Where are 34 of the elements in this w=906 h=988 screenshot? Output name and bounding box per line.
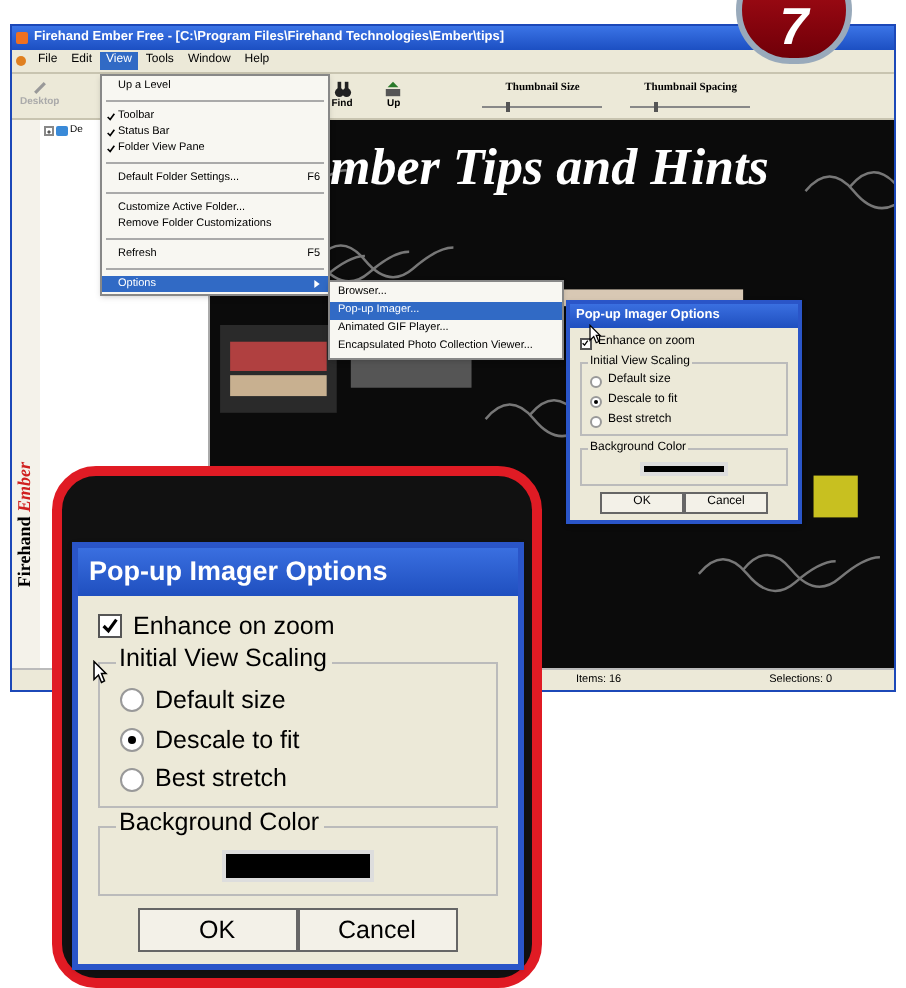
cursor-icon <box>91 660 107 684</box>
radio-button[interactable] <box>590 415 602 427</box>
slider-thumb[interactable] <box>654 101 659 112</box>
ok-button[interactable]: OK <box>137 908 297 952</box>
expander-icon[interactable] <box>44 126 54 137</box>
group-label: Initial View Scaling <box>115 645 331 671</box>
radio-button[interactable] <box>590 395 602 407</box>
radio-button[interactable] <box>119 727 143 752</box>
menu-icon <box>16 56 26 66</box>
radio-button[interactable] <box>590 375 602 387</box>
cancel-button[interactable]: Cancel <box>297 908 457 952</box>
checkbox[interactable] <box>97 614 121 639</box>
radio-label: Descale to fit <box>155 723 300 757</box>
binoculars-icon <box>333 79 352 98</box>
logo-text: Firehand <box>14 517 35 588</box>
page-heading: mber Tips and Hints <box>330 138 769 196</box>
radio-button[interactable] <box>119 688 143 713</box>
folder-icon <box>56 126 68 137</box>
app-icon <box>16 32 28 44</box>
radio-label: Default size <box>155 683 286 718</box>
radio-button[interactable] <box>119 767 143 792</box>
group-label: Background Color <box>115 810 324 835</box>
step-number: 7 <box>779 0 809 52</box>
dialog-title: Pop-up Imager Options <box>77 548 517 596</box>
checkbox[interactable] <box>580 337 592 349</box>
radio-label: Best stretch <box>155 762 287 797</box>
logo-accent: Ember <box>14 462 35 513</box>
slider-thumb[interactable] <box>506 101 511 112</box>
color-swatch[interactable] <box>640 462 728 476</box>
color-swatch[interactable] <box>221 850 373 882</box>
checkbox-label: Enhance on zoom <box>133 610 335 644</box>
folder-up-icon <box>384 79 403 98</box>
cursor-icon <box>588 324 602 344</box>
submenu-arrow-icon <box>314 280 320 288</box>
